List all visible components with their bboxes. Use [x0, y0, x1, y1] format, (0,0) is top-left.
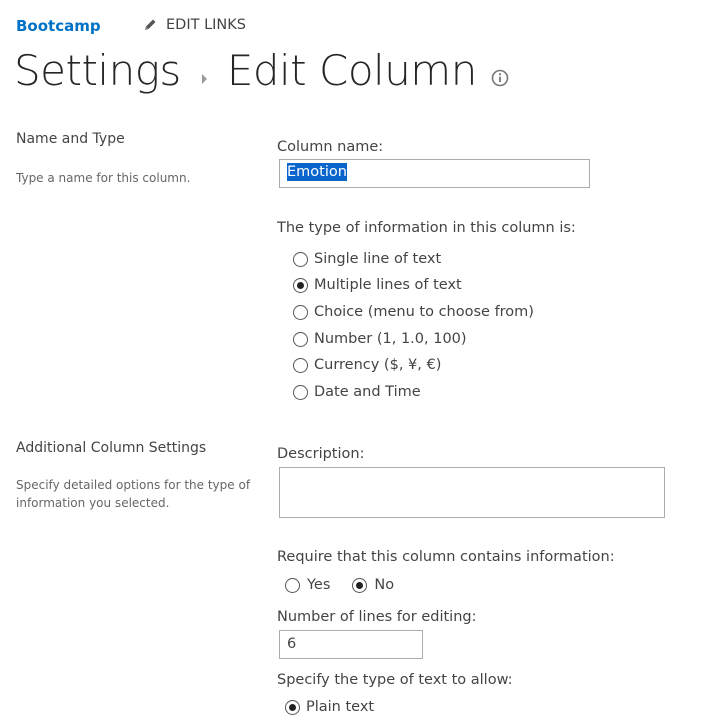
type-option-label: Single line of text	[314, 251, 442, 267]
text-type-plain-option[interactable]: Plain text	[285, 699, 374, 715]
name-and-type-title: Name and Type	[16, 131, 125, 147]
require-no-label: No	[374, 577, 395, 593]
type-option-label: Number (1, 1.0, 100)	[314, 331, 467, 347]
lines-input[interactable]: 6	[279, 630, 423, 659]
column-name-label: Column name:	[277, 139, 384, 155]
radio-icon[interactable]	[293, 384, 308, 400]
additional-settings-title: Additional Column Settings	[16, 440, 207, 456]
radio-checked-icon[interactable]	[352, 577, 368, 593]
edit-links-label: EDIT LINKS	[166, 17, 246, 33]
site-name-link[interactable]: Bootcamp	[16, 17, 101, 35]
type-option-label: Date and Time	[314, 384, 421, 400]
text-type-label: Specify the type of text to allow:	[277, 672, 513, 688]
radio-checked-icon[interactable]	[285, 699, 300, 715]
require-radio-group: Yes No	[285, 577, 394, 593]
require-no-option[interactable]: No	[352, 577, 394, 593]
require-yes-option[interactable]: Yes	[285, 577, 330, 593]
pencil-icon	[142, 17, 158, 33]
column-name-value: Emotion	[287, 163, 347, 181]
column-name-input[interactable]: Emotion	[279, 159, 590, 188]
type-option-single-line[interactable]: Single line of text	[293, 251, 441, 267]
type-option-multiple-lines[interactable]: Multiple lines of text	[293, 277, 462, 293]
description-label: Description:	[277, 446, 365, 462]
column-type-label: The type of information in this column i…	[277, 220, 576, 236]
name-and-type-description: Type a name for this column.	[16, 171, 191, 185]
page-title: Settings Edit Column	[14, 44, 509, 97]
require-label: Require that this column contains inform…	[277, 549, 615, 565]
lines-label: Number of lines for editing:	[277, 609, 477, 625]
edit-links-button[interactable]: EDIT LINKS	[142, 17, 246, 33]
radio-icon[interactable]	[293, 331, 308, 347]
require-yes-label: Yes	[307, 577, 331, 593]
type-option-date-time[interactable]: Date and Time	[293, 384, 421, 400]
type-option-label: Multiple lines of text	[314, 277, 462, 293]
radio-checked-icon[interactable]	[293, 277, 308, 293]
type-option-label: Choice (menu to choose from)	[314, 304, 534, 320]
breadcrumb-current: Edit Column	[226, 46, 478, 95]
description-textarea[interactable]	[279, 467, 665, 518]
text-type-plain-label: Plain text	[306, 699, 375, 715]
radio-icon[interactable]	[285, 577, 300, 593]
radio-icon[interactable]	[293, 251, 308, 267]
radio-icon[interactable]	[293, 357, 308, 373]
type-option-choice[interactable]: Choice (menu to choose from)	[293, 304, 534, 320]
type-option-currency[interactable]: Currency ($, ¥, €)	[293, 357, 441, 373]
type-option-label: Currency ($, ¥, €)	[314, 357, 442, 373]
breadcrumb-separator-icon	[201, 46, 209, 95]
info-icon[interactable]	[491, 48, 509, 97]
breadcrumb-settings[interactable]: Settings	[14, 46, 181, 95]
type-option-number[interactable]: Number (1, 1.0, 100)	[293, 331, 467, 347]
radio-icon[interactable]	[293, 304, 308, 320]
additional-settings-description: Specify detailed options for the type of…	[16, 478, 251, 510]
